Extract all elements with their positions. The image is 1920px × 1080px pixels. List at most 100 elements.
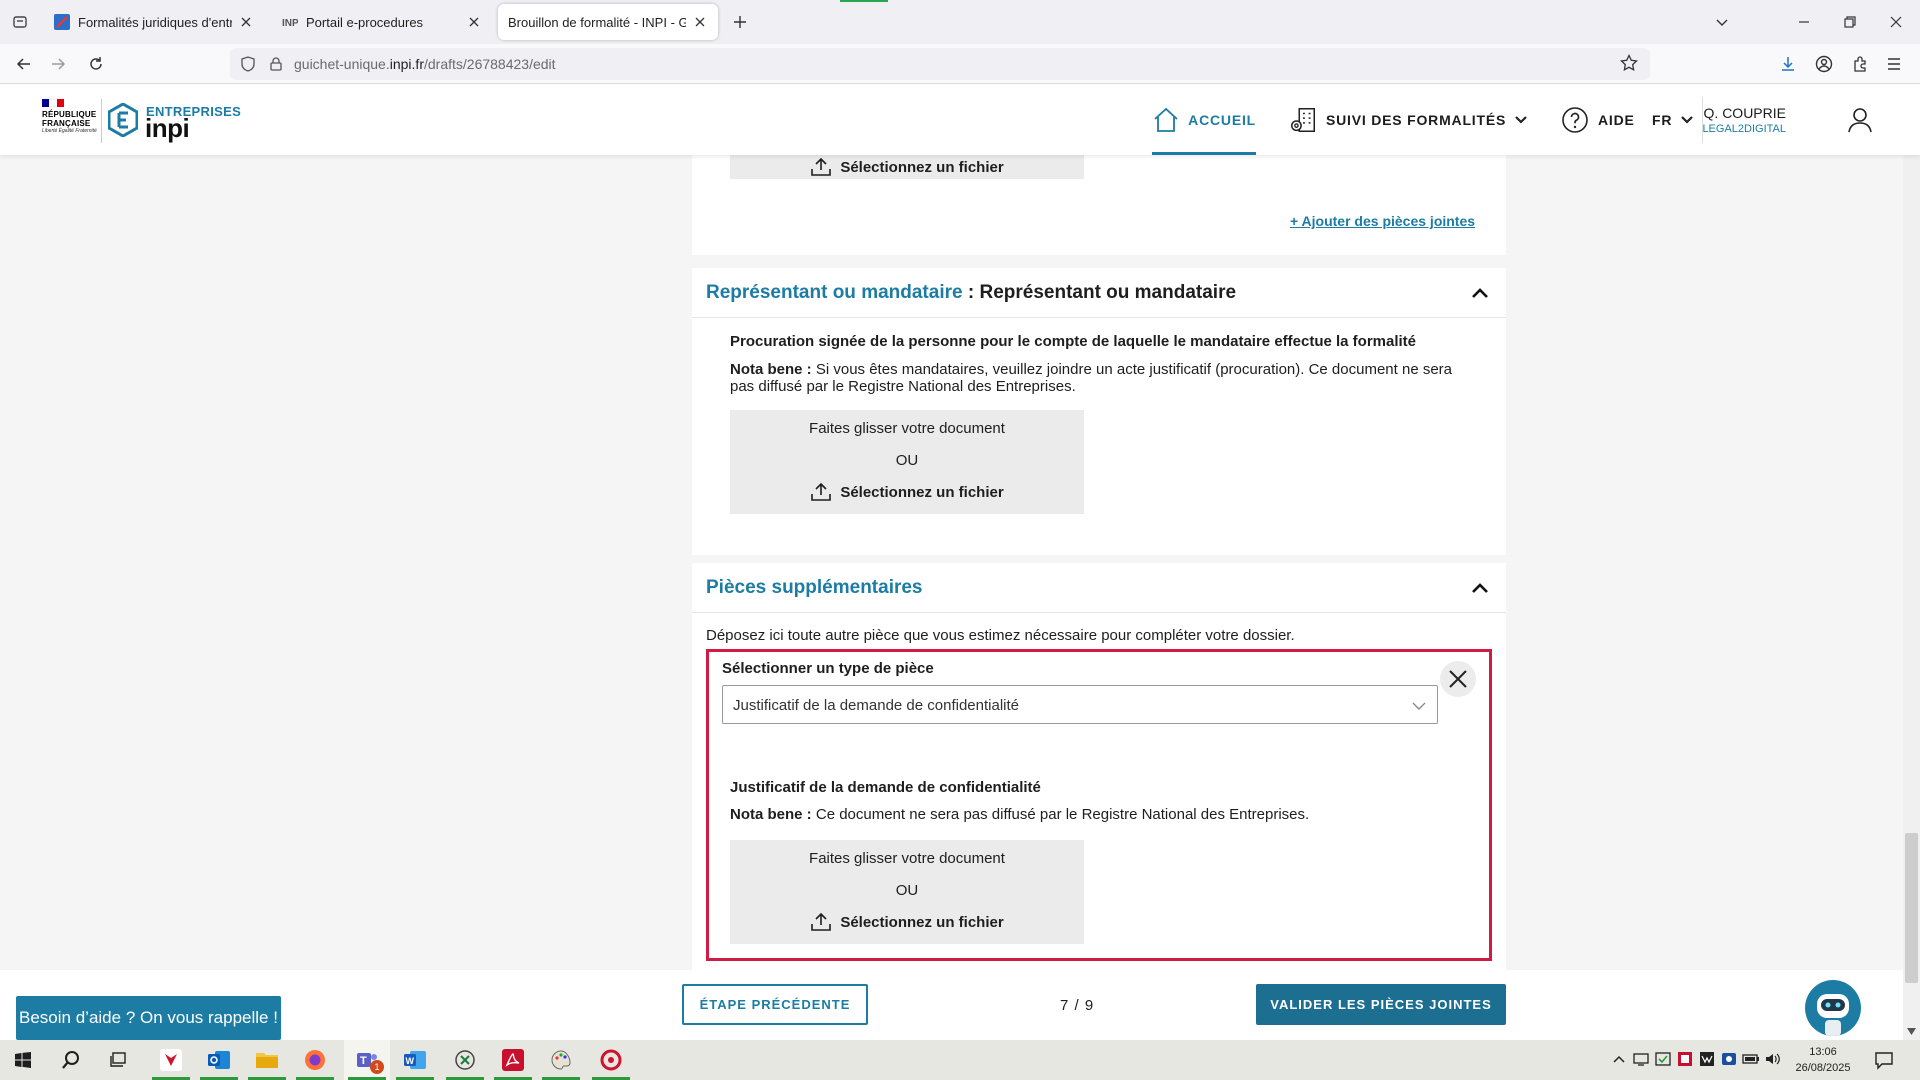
notification-center-icon[interactable]	[1874, 1050, 1894, 1070]
windows-taskbar: T 1 W 13:06 26/08/2025	[0, 1040, 1920, 1080]
app-shield-icon	[160, 1049, 182, 1071]
url-prefix: guichet-unique.	[294, 56, 390, 72]
reload-icon[interactable]	[84, 52, 108, 76]
extensions-icon[interactable]	[1848, 52, 1872, 76]
upload-icon	[811, 482, 832, 501]
tab-formalites[interactable]: Formalités juridiques d'entrepri	[44, 4, 264, 40]
representant-drop-zone[interactable]: Faites glisser votre document OU Sélecti…	[730, 410, 1084, 514]
tracking-shield-icon[interactable]	[238, 54, 258, 74]
or-separator: OU	[895, 882, 919, 899]
confidentialite-drop-zone[interactable]: Faites glisser votre document OU Sélecti…	[730, 840, 1084, 944]
chevron-down-icon	[1681, 116, 1694, 124]
account-icon[interactable]	[1812, 52, 1836, 76]
marianne-flag-icon	[42, 99, 64, 107]
taskbar-app-file-explorer[interactable]	[244, 1040, 290, 1080]
close-window-icon[interactable]	[1884, 10, 1908, 34]
svg-text:T: T	[360, 1055, 367, 1067]
task-view-button[interactable]	[96, 1040, 142, 1080]
select-file-button[interactable]: Sélectionnez un fichier	[730, 912, 1084, 932]
taskbar-app-excel-tool[interactable]	[442, 1040, 488, 1080]
scrollbar-thumb[interactable]	[1905, 833, 1918, 983]
confidentialite-nota: Nota bene : Ce document ne sera pas diff…	[730, 806, 1470, 823]
word-icon: W	[404, 1051, 426, 1069]
upload-drop-zone-top[interactable]: Sélectionnez un fichier	[730, 155, 1084, 179]
tab-label: Portail e-procedures	[306, 14, 424, 30]
tab-e-procedures[interactable]: INPI Portail e-procedures	[272, 4, 492, 40]
select-file-button[interactable]: Sélectionnez un fichier	[730, 482, 1084, 502]
system-clock[interactable]: 13:06 26/08/2025	[1788, 1044, 1858, 1076]
user-account-icon[interactable]	[1848, 107, 1872, 133]
user-name[interactable]: Q. COUPRIE	[1704, 105, 1786, 121]
collapse-chevron-icon[interactable]	[1470, 284, 1490, 304]
close-tab-icon[interactable]	[692, 14, 708, 30]
representant-header[interactable]: Représentant ou mandataire : Représentan…	[692, 268, 1506, 318]
close-tab-icon[interactable]	[238, 14, 254, 30]
chatbot-button[interactable]	[1805, 980, 1861, 1036]
forward-icon[interactable]	[46, 52, 70, 76]
collapse-chevron-icon[interactable]	[1470, 579, 1490, 599]
tray-antivirus-icon[interactable]	[1676, 1050, 1694, 1068]
acrobat-icon	[502, 1049, 524, 1071]
republique-francaise-logo[interactable]: RÉPUBLIQUE FRANÇAISE Liberté Égalité Fra…	[42, 99, 100, 147]
previous-step-button[interactable]: ÉTAPE PRÉCÉDENTE	[682, 984, 868, 1025]
select-file-button[interactable]: Sélectionnez un fichier	[730, 157, 1084, 177]
taskbar-app-word[interactable]: W	[392, 1040, 438, 1080]
start-button[interactable]	[0, 1040, 46, 1080]
pieces-supplementaires-header[interactable]: Pièces supplémentaires	[692, 563, 1506, 613]
url-text: guichet-unique.inpi.fr/drafts/26788423/e…	[294, 56, 556, 72]
validate-attachments-button[interactable]: VALIDER LES PIÈCES JOINTES	[1256, 984, 1506, 1025]
downloads-icon[interactable]	[1776, 52, 1800, 76]
nav-accueil[interactable]: ACCUEIL	[1152, 85, 1256, 155]
search-icon	[62, 1051, 79, 1069]
callback-help-button[interactable]: Besoin d’aide ? On vous rappelle !	[16, 996, 281, 1040]
show-hidden-icons-icon[interactable]	[1610, 1050, 1628, 1068]
close-tab-icon[interactable]	[466, 14, 482, 30]
browser-nav-bar: guichet-unique.inpi.fr/drafts/26788423/e…	[0, 44, 1920, 84]
new-tab-icon[interactable]	[728, 10, 752, 34]
tray-display-icon[interactable]	[1632, 1050, 1650, 1068]
logo-rf-line2: FRANÇAISE	[42, 119, 91, 128]
search-button[interactable]	[48, 1040, 94, 1080]
site-header: RÉPUBLIQUE FRANÇAISE Liberté Égalité Fra…	[0, 85, 1920, 155]
add-attachments-link[interactable]: + Ajouter des pièces jointes	[1290, 213, 1475, 229]
or-separator: OU	[895, 452, 919, 469]
tab-brouillon[interactable]: Brouillon de formalité - INPI - Guich	[498, 4, 718, 40]
menu-icon[interactable]	[1882, 52, 1906, 76]
remove-piece-button[interactable]	[1440, 661, 1476, 697]
tab-list-icon[interactable]	[8, 10, 32, 34]
bookmark-star-icon[interactable]	[1620, 54, 1638, 72]
excel-tool-icon	[455, 1050, 475, 1070]
taskbar-app-edge[interactable]	[588, 1040, 634, 1080]
nota-text: Si vous êtes mandataires, veuillez joind…	[730, 361, 1453, 395]
logo-inpi-text: inpi	[145, 113, 190, 143]
minimize-icon[interactable]	[1792, 10, 1816, 34]
restore-icon[interactable]	[1838, 10, 1862, 34]
language-selector[interactable]: FR	[1652, 85, 1694, 155]
nav-aide-label: AIDE	[1598, 112, 1635, 128]
taskbar-app-firefox[interactable]	[292, 1040, 338, 1080]
nav-aide[interactable]: AIDE	[1560, 85, 1635, 155]
taskbar-app-paint[interactable]	[538, 1040, 584, 1080]
taskbar-app-teams[interactable]: T 1	[344, 1040, 390, 1080]
address-bar[interactable]: guichet-unique.inpi.fr/drafts/26788423/e…	[230, 48, 1650, 80]
piece-type-select[interactable]: Justificatif de la demande de confidenti…	[722, 685, 1438, 724]
tray-volume-icon[interactable]	[1764, 1050, 1782, 1068]
inpi-e-logo-icon[interactable]	[108, 103, 138, 137]
user-organization[interactable]: LEGAL2DIGITAL	[1702, 123, 1786, 135]
tab-label: Brouillon de formalité - INPI - Guich	[508, 14, 686, 30]
lock-icon[interactable]	[266, 54, 286, 74]
tray-security-icon[interactable]	[1654, 1050, 1672, 1068]
back-icon[interactable]	[12, 52, 36, 76]
logo-rf-line1: RÉPUBLIQUE	[42, 110, 97, 119]
taskbar-app-outlook[interactable]	[196, 1040, 242, 1080]
taskbar-app-acrobat[interactable]	[490, 1040, 536, 1080]
tray-battery-icon[interactable]	[1742, 1050, 1760, 1068]
palette-icon	[551, 1050, 571, 1070]
nav-suivi-formalites[interactable]: SUIVI DES FORMALITÉS	[1288, 85, 1528, 155]
close-icon	[1449, 670, 1467, 688]
tray-meet-icon[interactable]	[1720, 1050, 1738, 1068]
tray-app-icon[interactable]	[1698, 1050, 1716, 1068]
scroll-down-arrow-icon[interactable]	[1905, 1025, 1918, 1038]
taskbar-app-pdf-tool[interactable]	[148, 1040, 194, 1080]
list-all-tabs-icon[interactable]	[1710, 10, 1734, 34]
